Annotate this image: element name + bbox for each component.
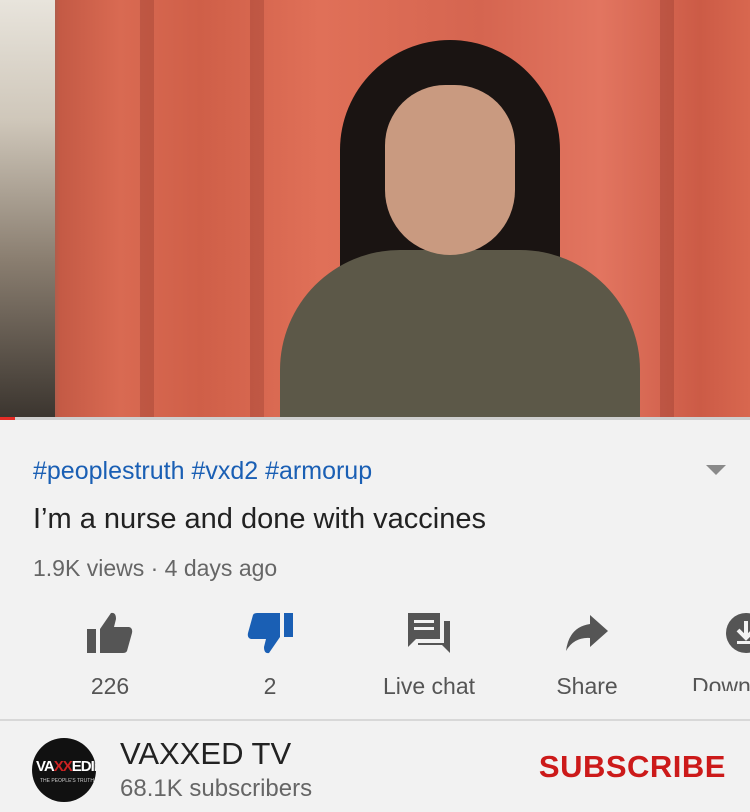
video-meta: 1.9K views · 4 days ago (33, 555, 277, 582)
live-chat-icon (408, 613, 450, 653)
video-title: I’m a nurse and done with vaccines (33, 503, 486, 535)
curtain-fold (140, 0, 154, 420)
video-background-wall (0, 0, 55, 420)
avatar-tagline: THE PEOPLE'S TRUTH (40, 778, 94, 784)
live-chat-button[interactable]: Live chat (364, 611, 494, 699)
meta-separator: · (150, 555, 159, 581)
avatar-logo-text: VAXXEDII (36, 758, 96, 775)
download-button[interactable]: Down (678, 611, 750, 691)
person-body (280, 250, 640, 420)
subscribe-button[interactable]: SUBSCRIBE (539, 749, 726, 785)
dislike-button[interactable]: 2 (205, 611, 335, 699)
download-label: Down (692, 673, 750, 691)
video-hashtags[interactable]: #peoplestruth #vxd2 #armorup (33, 457, 372, 486)
share-button[interactable]: Share (522, 611, 652, 699)
share-icon (566, 615, 608, 651)
thumbs-up-icon (87, 612, 133, 653)
video-info-panel: #peoplestruth #vxd2 #armorup I’m a nurse… (0, 421, 750, 719)
video-progress-bar[interactable] (0, 417, 750, 420)
dislike-count: 2 (263, 673, 277, 699)
video-person (280, 40, 640, 420)
upload-age: 4 days ago (164, 555, 278, 581)
video-player[interactable] (0, 0, 750, 420)
chevron-down-icon[interactable] (706, 465, 726, 475)
subscriber-count: 68.1K subscribers (120, 775, 313, 802)
curtain-fold (660, 0, 674, 420)
channel-row: VAXXEDII THE PEOPLE'S TRUTH VAXXED TV 68… (0, 721, 750, 812)
live-chat-label: Live chat (382, 673, 476, 699)
download-icon (726, 613, 750, 653)
like-button[interactable]: 226 (45, 611, 175, 699)
thumbs-down-icon (247, 613, 293, 654)
view-count: 1.9K views (33, 555, 145, 581)
person-face (385, 85, 515, 255)
channel-avatar[interactable]: VAXXEDII THE PEOPLE'S TRUTH (32, 738, 96, 802)
like-count: 226 (90, 673, 130, 699)
curtain-fold (250, 0, 264, 420)
share-label: Share (556, 673, 618, 699)
video-progress-fill (0, 417, 15, 420)
video-actions-bar: 226 2 Live chat Share Down (0, 611, 750, 699)
channel-name[interactable]: VAXXED TV (120, 736, 291, 772)
